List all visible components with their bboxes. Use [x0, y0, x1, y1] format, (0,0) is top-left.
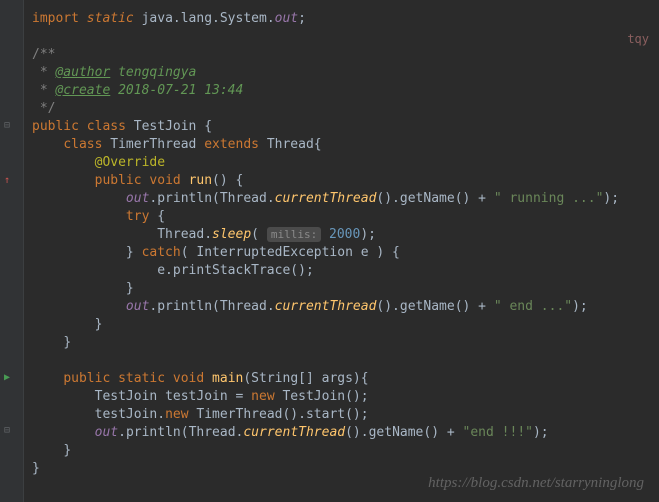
- keyword: catch: [142, 245, 181, 260]
- run-icon[interactable]: ▶: [4, 372, 10, 383]
- doc-comment: /**: [32, 47, 55, 62]
- keyword: public: [95, 173, 142, 188]
- brace: }: [126, 281, 134, 296]
- annotation: @Override: [95, 155, 165, 170]
- reviewer-badge: tqy: [627, 32, 649, 46]
- keyword: static: [118, 371, 165, 386]
- watermark: https://blog.csdn.net/starryninglong: [428, 475, 644, 492]
- number-literal: 2000: [329, 227, 360, 242]
- string-literal: "end !!!": [463, 425, 533, 440]
- fold-icon[interactable]: ⊟: [4, 425, 10, 436]
- doc-tag-create: @create: [55, 83, 110, 98]
- string-literal: " running ...": [494, 191, 604, 206]
- method-name: run: [189, 173, 212, 188]
- brace: }: [63, 443, 71, 458]
- keyword: public: [63, 371, 110, 386]
- keyword: new: [251, 389, 274, 404]
- keyword: static: [87, 11, 134, 26]
- doc-date: 2018-07-21 13:44: [118, 83, 243, 98]
- import-path: java.lang.System.: [142, 11, 275, 26]
- field: out: [95, 425, 118, 440]
- brace: }: [32, 461, 40, 476]
- keyword: class: [63, 137, 102, 152]
- keyword: public: [32, 119, 79, 134]
- method-call: printStackTrace: [173, 263, 290, 278]
- method-call: println: [157, 191, 212, 206]
- static-method: currentThread: [275, 191, 377, 206]
- brace: }: [95, 317, 103, 332]
- keyword: void: [149, 173, 180, 188]
- keyword: new: [165, 407, 188, 422]
- code-editor[interactable]: import static java.lang.System.out; /** …: [0, 0, 659, 488]
- keyword: try: [126, 209, 149, 224]
- field: out: [126, 191, 149, 206]
- string-literal: " end ...": [494, 299, 572, 314]
- keyword: void: [173, 371, 204, 386]
- keyword: import: [32, 11, 79, 26]
- editor-gutter: ⊟ ↑ ▶ ⊟: [0, 0, 24, 502]
- brace: }: [63, 335, 71, 350]
- doc-author: tengqingya: [118, 65, 196, 80]
- doc-close: */: [32, 101, 55, 116]
- static-method: currentThread: [275, 299, 377, 314]
- field: out: [126, 299, 149, 314]
- field: out: [275, 11, 298, 26]
- doc-tag-author: @author: [55, 65, 110, 80]
- class-name: TimerThread: [110, 137, 196, 152]
- keyword: class: [87, 119, 126, 134]
- fold-icon[interactable]: ⊟: [4, 120, 10, 131]
- keyword: extends: [204, 137, 259, 152]
- method-call: start: [306, 407, 345, 422]
- param-hint: millis:: [267, 227, 321, 242]
- class-name: TestJoin: [134, 119, 197, 134]
- static-method: sleep: [212, 227, 251, 242]
- method-call: println: [157, 299, 212, 314]
- method-call: println: [126, 425, 181, 440]
- method-name: main: [212, 371, 243, 386]
- static-method: currentThread: [243, 425, 345, 440]
- parent-class: Thread: [267, 137, 314, 152]
- override-icon[interactable]: ↑: [4, 175, 10, 186]
